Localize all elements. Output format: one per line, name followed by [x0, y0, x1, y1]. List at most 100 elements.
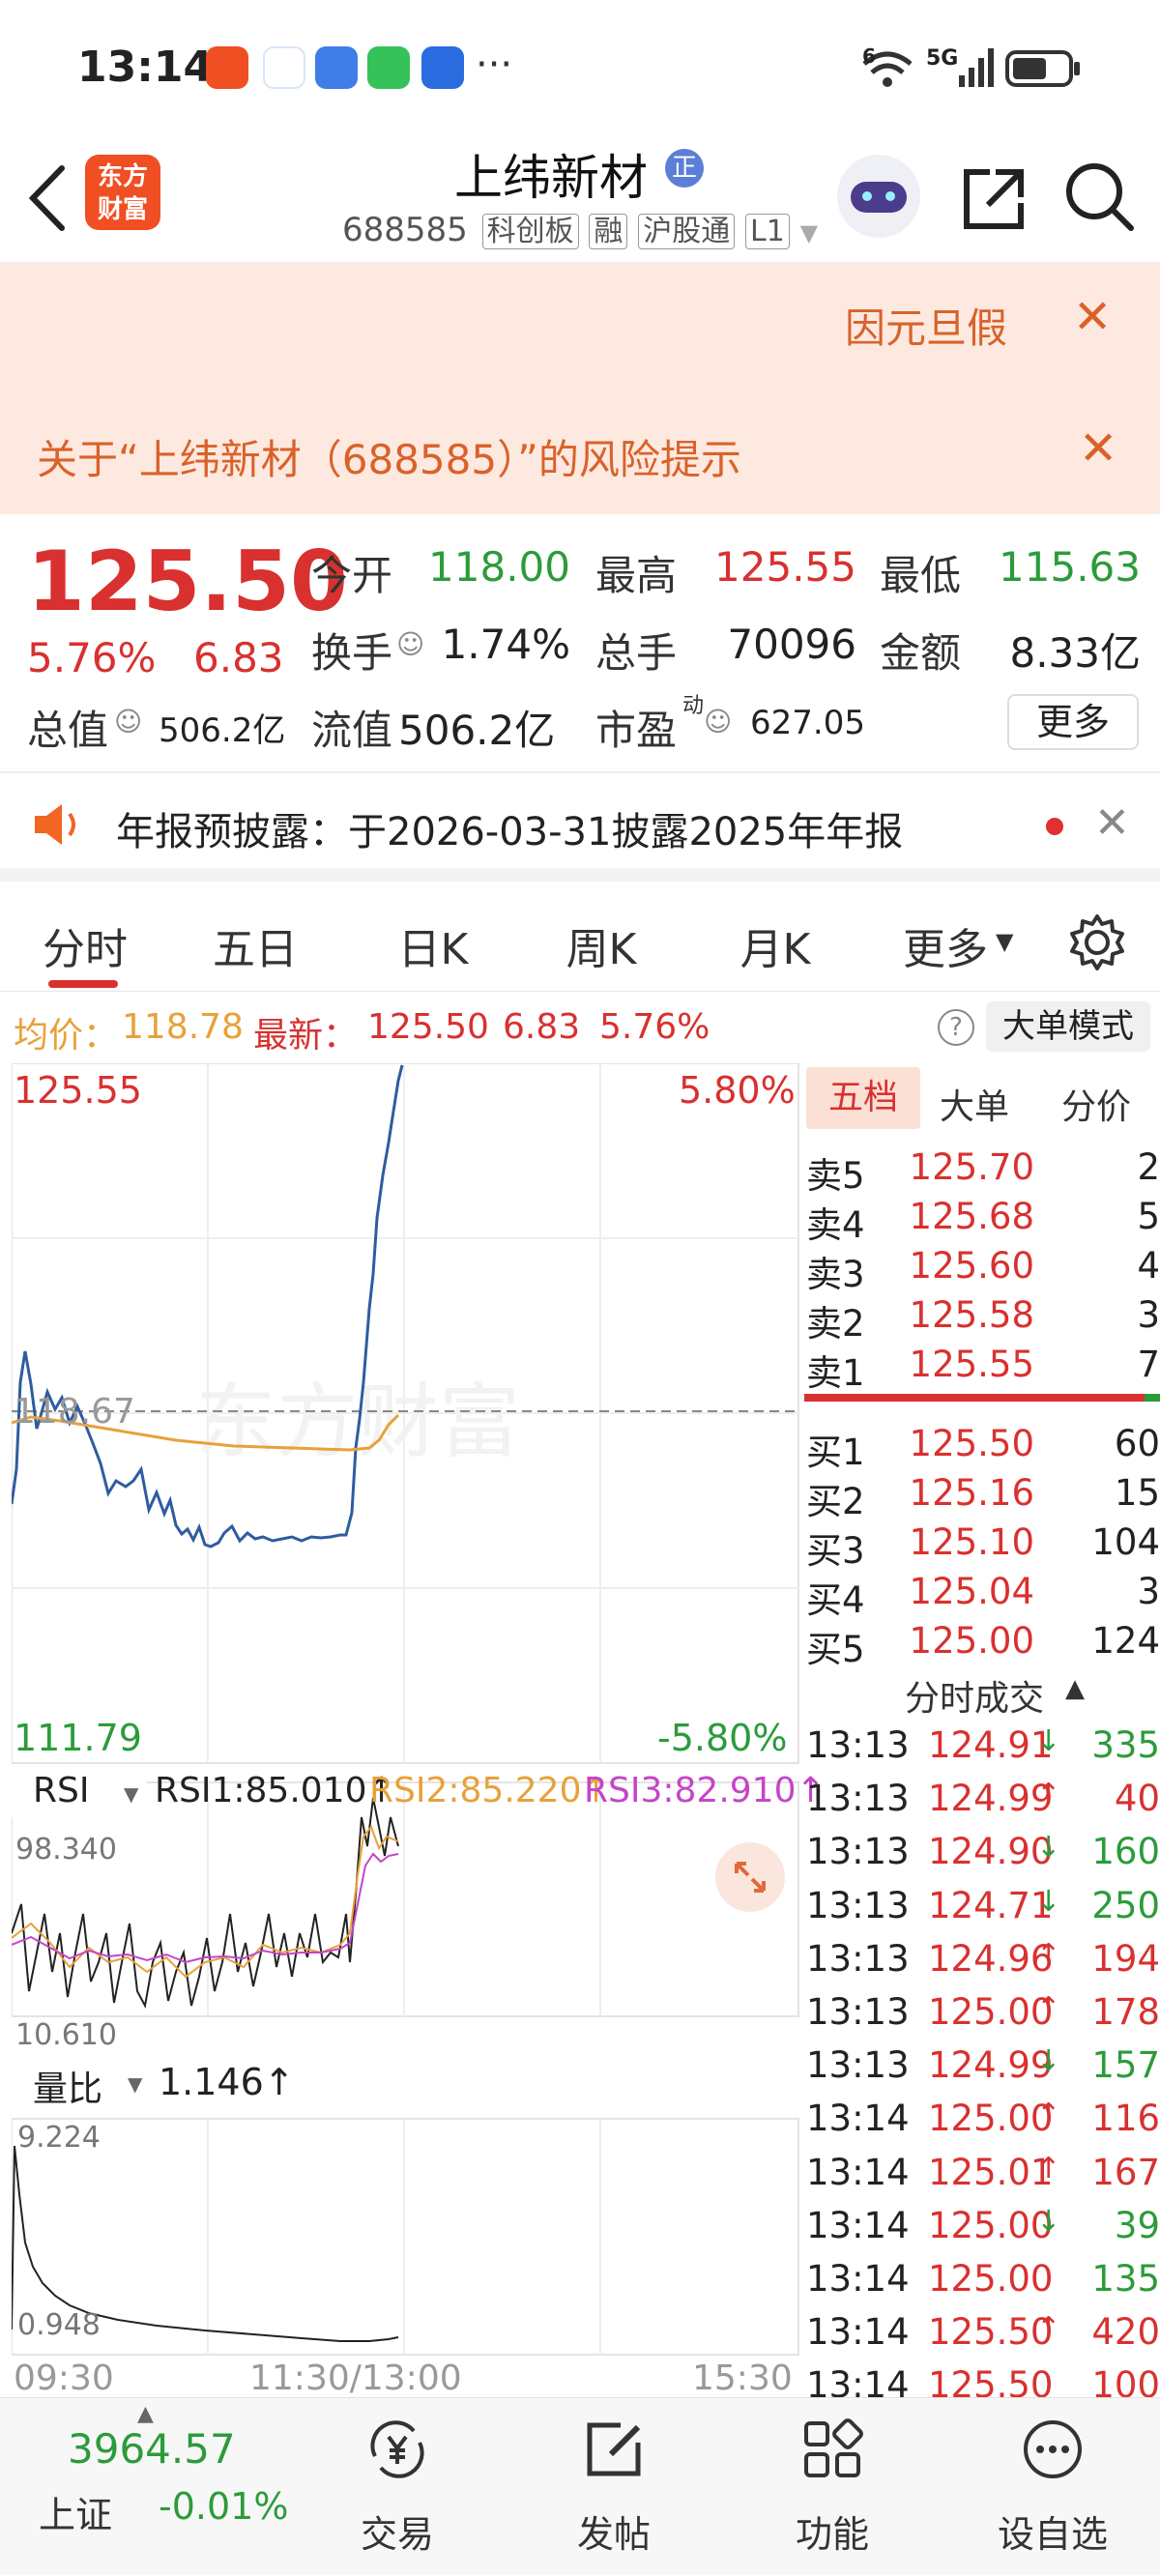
intraday-chart[interactable]: 东方财富 125.55 5.80% 118.67 111.79 -5.80% R…: [12, 1063, 826, 2407]
big-order-mode-button[interactable]: 大单模式: [986, 1001, 1150, 1052]
ai-robot-avatar[interactable]: [837, 155, 920, 238]
nav-functions[interactable]: 功能: [760, 2398, 905, 2576]
tab-price-distribution[interactable]: 分价: [1061, 1079, 1131, 1129]
close-icon[interactable]: ✕: [1094, 798, 1130, 848]
arrow-up-icon: ↑: [1036, 1778, 1061, 1812]
time-axis-end: 15:30: [692, 2359, 793, 2398]
trade-price: 125.00: [928, 1991, 1054, 2033]
vr-axis-top: 9.224: [17, 2121, 101, 2155]
app-logo: 东方 财富: [85, 155, 160, 230]
chat-app-icon: [315, 46, 358, 89]
pe-label: 市盈: [595, 707, 678, 754]
trade-price: 124.99: [928, 1778, 1054, 1820]
trade-volume: 250: [1091, 1884, 1160, 1926]
low-label: 最低: [880, 552, 962, 599]
tab-more[interactable]: 更多: [897, 914, 994, 976]
trade-time: 13:14: [806, 2098, 910, 2140]
speaker-icon: [35, 804, 75, 845]
trade-volume: 40: [1114, 1778, 1160, 1820]
trade-price: 124.99: [928, 2044, 1054, 2087]
help-icon[interactable]: ?: [938, 1009, 974, 1046]
rsi-axis-top: 98.340: [15, 1833, 117, 1867]
prev-close-label: 118.67: [14, 1392, 135, 1432]
holiday-notice[interactable]: 因元旦假: [845, 296, 1007, 355]
current-price: 125.50: [27, 534, 348, 630]
latest-percent: 5.76%: [599, 1007, 710, 1047]
arrow-up-icon: ↑: [1036, 2311, 1061, 2346]
chevron-up-icon[interactable]: ▲: [1065, 1674, 1085, 1703]
trade-volume: 116: [1091, 2098, 1160, 2140]
tag-margin: 融: [589, 214, 628, 249]
trade-volume: 178: [1091, 1991, 1160, 2033]
avg-value: 118.78: [122, 1007, 244, 1047]
trades-header[interactable]: 分时成交: [905, 1670, 1044, 1721]
turnover-value: 1.74%: [441, 621, 570, 668]
y-axis-top: 125.55: [14, 1069, 142, 1112]
order-book-row: 买4 125.04 3: [802, 1571, 1160, 1621]
rsi-selector[interactable]: RSI ▼: [12, 1769, 147, 1817]
arrow-down-icon: ↓: [1036, 1831, 1061, 1866]
tab-weekly-k[interactable]: 周K: [553, 914, 650, 976]
arrow-down-icon: ↓: [1036, 1884, 1061, 1919]
app-notification-icon: [421, 46, 464, 89]
info-icon[interactable]: ☺: [114, 706, 142, 738]
back-icon[interactable]: [23, 162, 72, 234]
trade-time: 13:13: [806, 1991, 910, 2033]
rsi1-line: [12, 1797, 399, 2010]
gear-icon[interactable]: [1067, 912, 1127, 972]
nav-functions-label: 功能: [795, 2513, 869, 2556]
risk-banner: 因元旦假 ✕ 关于“上纬新材（688585）”的风险提示 ✕: [0, 263, 1160, 514]
book-level-label: 卖4: [806, 1204, 865, 1246]
nav-post[interactable]: 发帖: [541, 2398, 686, 2576]
search-icon[interactable]: [1061, 159, 1139, 236]
tag-level: L1: [745, 214, 790, 249]
expand-icon[interactable]: [715, 1842, 785, 1912]
trade-time: 13:14: [806, 2151, 910, 2193]
tab-big-orders[interactable]: 大单: [940, 1079, 1009, 1129]
tab-five-day[interactable]: 五日: [207, 914, 304, 976]
book-level-label: 卖2: [806, 1303, 865, 1345]
index-ticker[interactable]: ▲ 3964.57 上证 -0.01%: [0, 2398, 319, 2576]
tab-monthly-k[interactable]: 月K: [727, 914, 824, 976]
latest-change: 6.83: [503, 1007, 581, 1047]
pe-superscript: 动: [682, 694, 705, 718]
tab-five-levels[interactable]: 五档: [806, 1067, 920, 1129]
change-value: 6.83: [193, 634, 284, 681]
nav-trade-label: 交易: [360, 2513, 434, 2556]
mktcap-value: 506.2亿: [159, 711, 286, 750]
notice-text: 年报预披露：于2026-03-31披露2025年年报: [116, 810, 904, 854]
tab-intraday[interactable]: 分时: [37, 914, 133, 976]
volume-value: 70096: [727, 621, 856, 668]
trade-price: 125.00: [928, 2258, 1054, 2300]
risk-notice[interactable]: 关于“上纬新材（688585）”的风险提示: [37, 427, 741, 486]
logo-text-2: 财富: [97, 195, 148, 224]
trade-row: 13:14 125.50 100: [802, 2364, 1160, 2397]
arrow-down-icon: ↓: [1036, 2204, 1061, 2239]
more-button[interactable]: 更多: [1007, 694, 1139, 750]
book-level-volume: 3: [1137, 1571, 1160, 1612]
book-level-volume: 15: [1114, 1472, 1160, 1514]
volume-ratio-selector[interactable]: 量比 ▼: [12, 2059, 157, 2113]
report-notice[interactable]: 年报预披露：于2026-03-31披露2025年年报 ✕: [0, 773, 1160, 882]
trade-time: 13:13: [806, 2044, 910, 2087]
share-icon[interactable]: [957, 162, 1030, 236]
nav-add-watchlist[interactable]: 设自选: [980, 2398, 1125, 2576]
tab-daily-k[interactable]: 日K: [385, 914, 481, 976]
open-label: 今开: [311, 552, 393, 599]
info-icon[interactable]: ☺: [396, 628, 424, 660]
latest-value: 125.50: [367, 1007, 489, 1047]
info-icon[interactable]: ☺: [704, 706, 732, 738]
close-icon[interactable]: ✕: [1073, 290, 1112, 344]
book-level-volume: 2: [1137, 1146, 1160, 1188]
trade-row: 13:14 125.00 135: [802, 2258, 1160, 2311]
close-icon[interactable]: ✕: [1079, 421, 1117, 476]
book-level-label: 买3: [806, 1530, 865, 1572]
chevron-down-icon[interactable]: ▼: [996, 928, 1013, 955]
nav-trade[interactable]: 交易: [325, 2398, 470, 2576]
stock-name: 上纬新材: [454, 150, 648, 206]
order-book-row: 卖4 125.68 5: [802, 1196, 1160, 1246]
time-axis-start: 09:30: [14, 2359, 114, 2398]
app-notification-icon: [206, 46, 248, 89]
trade-row: 13:13 124.96 ↑ 194: [802, 1938, 1160, 1991]
caret-down-icon[interactable]: ▼: [800, 219, 818, 246]
